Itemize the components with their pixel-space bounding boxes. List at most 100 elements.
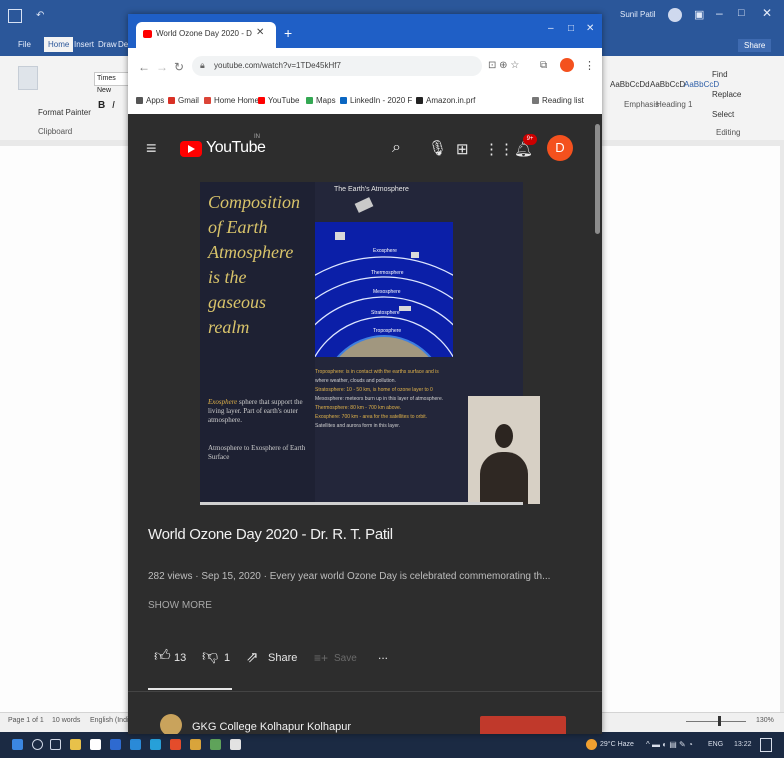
tab-close-icon[interactable]: ✕	[256, 27, 264, 38]
like-icon[interactable]: 👍︎	[154, 647, 171, 666]
search-icon[interactable]: ⌕	[392, 139, 401, 157]
new-tab-icon[interactable]: +	[284, 25, 292, 41]
bookmark-gmail[interactable]: Gmail	[168, 96, 199, 105]
edge-icon[interactable]	[150, 739, 161, 750]
minimize-icon[interactable]: –	[716, 6, 723, 20]
browser-menu-icon[interactable]: ⋮	[584, 59, 595, 72]
window-minimize-icon[interactable]: –	[548, 23, 554, 34]
window-maximize-icon[interactable]: □	[568, 23, 574, 34]
show-more-button[interactable]: SHOW MORE	[148, 600, 212, 611]
like-count[interactable]: 13	[174, 652, 186, 664]
input-language[interactable]: ENG	[708, 741, 723, 748]
share-icon[interactable]: ⇗	[246, 648, 259, 666]
video-meta[interactable]: 282 views · Sep 15, 2020 · Every year wo…	[148, 571, 550, 582]
bookmark-maps[interactable]: Maps	[306, 96, 336, 105]
create-video-icon[interactable]: ⊞	[456, 140, 469, 158]
maximize-icon[interactable]: □	[738, 7, 745, 19]
start-icon[interactable]	[12, 739, 23, 750]
search-icon[interactable]	[32, 739, 43, 750]
presenter-head	[495, 424, 513, 448]
reading-list-button[interactable]: Reading list	[532, 96, 584, 105]
ribbon-display-icon[interactable]: ▣	[694, 8, 704, 21]
tab-insert[interactable]: Insert	[74, 40, 94, 49]
undo-icon[interactable]: ↶	[36, 10, 46, 21]
paste-icon[interactable]	[18, 66, 38, 90]
extension-icons[interactable]: ⊡ ⊕ ☆	[488, 60, 519, 71]
find-button[interactable]: Find	[712, 70, 728, 79]
slide-bullet: Stratosphere: 10 - 50 km, is home of ozo…	[315, 387, 433, 393]
bookmark-amazon[interactable]: Amazon.in.prf	[416, 96, 475, 105]
bookmark-linkedin[interactable]: LinkedIn - 2020 F	[340, 96, 412, 105]
clock[interactable]: 13:22	[734, 741, 752, 748]
share-button[interactable]: Share	[268, 652, 297, 664]
save-icon[interactable]: ≡+	[314, 651, 328, 665]
app-icon-2[interactable]	[210, 739, 221, 750]
style-name-emphasis: Emphasis	[624, 100, 660, 109]
forward-icon[interactable]: →	[156, 60, 168, 74]
subscribe-button[interactable]	[480, 716, 566, 734]
format-painter-button[interactable]: Format Painter	[38, 108, 91, 117]
save-icon[interactable]	[8, 9, 22, 23]
zoom-level[interactable]: 130%	[756, 717, 774, 724]
weather-icon[interactable]	[586, 739, 597, 750]
file-explorer-icon[interactable]	[70, 739, 81, 750]
more-actions-button[interactable]: ...	[378, 648, 388, 662]
chrome-icon[interactable]	[170, 739, 181, 750]
app-icon-1[interactable]	[190, 739, 201, 750]
font-name-box[interactable]: Times New	[94, 72, 132, 94]
save-button[interactable]: Save	[334, 653, 357, 664]
bookmark-home[interactable]: Home Home	[204, 96, 259, 105]
tab-draw[interactable]: Draw	[98, 40, 117, 49]
word-taskbar-icon[interactable]	[110, 739, 121, 750]
bold-button[interactable]: B	[98, 100, 105, 111]
youtube-logo-text[interactable]: YouTube	[206, 139, 266, 157]
bookmark-apps[interactable]: Apps	[136, 96, 164, 105]
replace-button[interactable]: Replace	[712, 90, 741, 99]
style-normal[interactable]: AaBbCcDd	[610, 80, 650, 89]
close-icon[interactable]: ✕	[762, 6, 772, 20]
microphone-icon[interactable]: 🎙︎	[428, 139, 447, 157]
user-avatar[interactable]	[668, 8, 682, 22]
select-button[interactable]: Select	[712, 110, 734, 119]
task-view-icon[interactable]	[50, 739, 61, 750]
italic-button[interactable]: I	[112, 100, 115, 111]
url-text[interactable]: youtube.com/watch?v=1TDe45kHf7	[214, 61, 341, 70]
reload-icon[interactable]: ↻	[174, 60, 184, 74]
tray-icons[interactable]: ^ ▬ ◐ ▤ ✎ ◔	[646, 740, 693, 749]
apps-grid-icon[interactable]: ⋮⋮	[484, 140, 514, 158]
notification-center-icon[interactable]	[760, 738, 772, 752]
account-avatar[interactable]: D	[547, 135, 573, 161]
zoom-slider[interactable]	[686, 721, 746, 722]
dislike-icon[interactable]: 👎︎	[202, 647, 218, 666]
page-scrollbar[interactable]	[595, 124, 600, 234]
notepad-icon[interactable]	[90, 739, 101, 750]
mail-icon[interactable]	[130, 739, 141, 750]
address-bar[interactable]: 🔒︎ youtube.com/watch?v=1TDe45kHf7	[192, 56, 482, 76]
video-title: World Ozone Day 2020 - Dr. R. T. Patil	[148, 526, 393, 543]
share-button[interactable]: Share	[738, 39, 772, 52]
layer-label-thermosphere: Thermosphere	[371, 270, 404, 276]
zoom-slider-thumb[interactable]	[718, 716, 721, 726]
profile-avatar[interactable]	[560, 58, 574, 72]
video-progress-bar[interactable]	[200, 502, 523, 505]
page-count[interactable]: Page 1 of 1	[8, 717, 44, 724]
style-heading-1[interactable]: AaBbCcD	[684, 80, 719, 89]
style-emphasis[interactable]: AaBbCcD	[650, 80, 685, 89]
back-icon[interactable]: ←	[138, 60, 150, 74]
tab-file[interactable]: File	[18, 40, 31, 49]
channel-avatar[interactable]	[160, 714, 182, 734]
app-icon-3[interactable]	[230, 739, 241, 750]
extensions-puzzle-icon[interactable]: ⧉	[540, 60, 547, 71]
weather-text[interactable]: 29°C Haze	[600, 741, 634, 748]
tab-home[interactable]: Home	[44, 37, 74, 52]
dislike-count[interactable]: 1	[224, 652, 230, 664]
slide-note-1-heading: Exosphere	[208, 398, 238, 406]
youtube-logo-icon[interactable]	[180, 141, 202, 157]
channel-name[interactable]: GKG College Kolhapur Kolhapur	[192, 721, 351, 733]
bookmark-youtube[interactable]: YouTube	[258, 96, 299, 105]
word-count[interactable]: 10 words	[52, 717, 80, 724]
hamburger-menu-icon[interactable]: ≡	[146, 138, 157, 159]
browser-tab[interactable]: World Ozone Day 2020 - D ✕	[136, 22, 276, 48]
slide-title-line: realm	[208, 317, 250, 337]
window-close-icon[interactable]: ✕	[586, 23, 594, 34]
